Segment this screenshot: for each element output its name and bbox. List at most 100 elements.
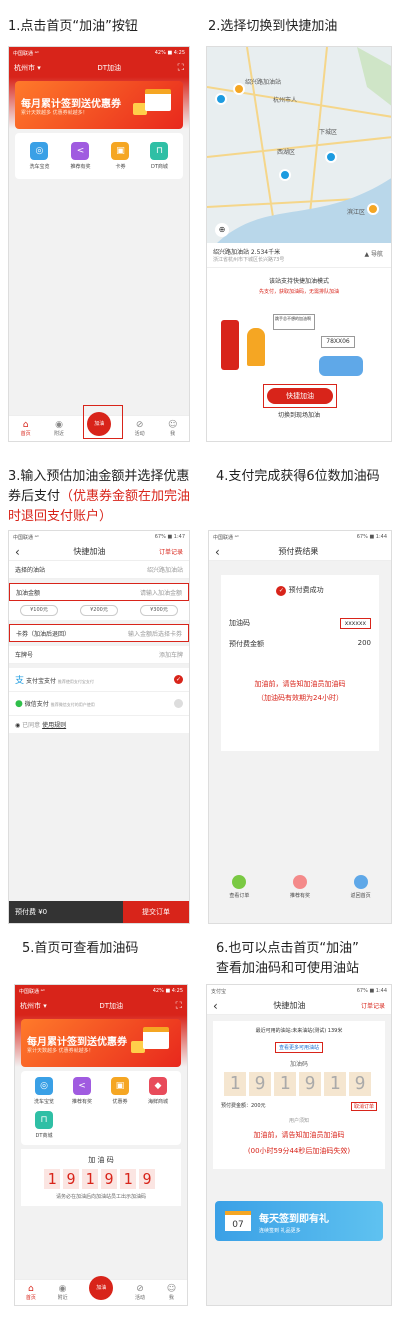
map[interactable]: 绍兴路加油站 杭州市人 下城区 西湖区 滨江区 ⊕ <box>207 47 391 243</box>
tab-me[interactable]: ☺ 我 <box>167 1284 176 1301</box>
wechat-icon: ● <box>15 698 23 709</box>
station-card[interactable]: 绍兴路加油站 2.534千米 浙江省杭州市下城区长兴路73号 ▲ 导航 <box>207 243 391 268</box>
pay-wechat[interactable]: ● 微信支付 推荐微信支付的用户使用 <box>9 692 189 716</box>
app-title: DT加油 <box>99 1002 124 1010</box>
promo-banner[interactable]: 每月累计签到送优惠券 累计天数越多 优惠券就越多！ <box>15 81 183 129</box>
car-icon <box>319 356 363 376</box>
tab-home[interactable]: ⌂ 首页 <box>21 420 31 437</box>
fuel-code-card: 加 油 码 191919 请务必在加油后向加油站员工出示加油码 <box>21 1149 181 1206</box>
plate-value[interactable]: 添加车牌 <box>159 650 183 659</box>
bottom-bar: 预付费 ¥0 提交订单 <box>9 901 189 923</box>
tab-nearby[interactable]: ◉ 附近 <box>54 420 64 437</box>
code-digit: 1 <box>224 1072 246 1096</box>
banner-title: 每天签到即有礼 <box>259 1214 329 1225</box>
icon-mall[interactable]: ⊓ DT商城 <box>150 142 169 170</box>
icon-coupon[interactable]: ▣ 卡券 <box>111 142 130 170</box>
amount-option[interactable]: ¥100元 <box>20 605 58 616</box>
submit-order-button[interactable]: 提交订单 <box>123 901 189 923</box>
icon-wash[interactable]: ◎ 洗车宝览 <box>25 1077 63 1105</box>
tab-home[interactable]: ⌂ 首页 <box>26 1284 36 1301</box>
tab-activity[interactable]: ⊘ 活动 <box>135 1284 145 1301</box>
station-row[interactable]: 选择的油站 绍兴路加油站 <box>9 561 189 579</box>
check-circle-icon[interactable]: ◉ <box>15 722 20 729</box>
navigate-button[interactable]: ▲ 导航 <box>364 249 383 258</box>
cancel-order-button[interactable]: 取消订单 <box>350 1102 377 1111</box>
caption-step3-part1: 券后支付 <box>8 489 61 504</box>
header: ‹ 预付费结果 <box>209 543 391 561</box>
car-wash-icon: ◎ <box>35 1077 53 1095</box>
scan-icon[interactable]: ⛶ <box>176 1001 182 1011</box>
icon-label: 推荐有奖 <box>71 1099 92 1105</box>
locate-icon[interactable]: ⊕ <box>215 223 229 237</box>
promo-banner[interactable]: 每月累计签到送优惠券 累计天数越多 优惠券就越多！ <box>21 1019 181 1067</box>
view-order-button[interactable]: 查看订单 <box>229 875 249 899</box>
city-selector[interactable]: 杭州市 ▾ <box>14 63 41 73</box>
radio-icon[interactable] <box>174 699 183 708</box>
tab-fuel[interactable]: 加油 <box>89 1275 114 1300</box>
banner-subtitle: 累计天数越多 优惠券就越多！ <box>21 110 88 116</box>
fuel-button[interactable]: 加油 <box>89 1275 114 1300</box>
quick-fuel-promo: 该站支持快捷加油模式 先支付，获取加油码，无需排队加油 跳手总不想的加油啊 78… <box>207 276 391 426</box>
tab-label: 附近 <box>53 431 64 437</box>
banner-subtitle: 连续签到 礼品更多 <box>259 1228 301 1234</box>
icon-wash[interactable]: ◎ 洗车宝览 <box>29 142 50 170</box>
station-marker-icon[interactable] <box>325 151 337 163</box>
icon-share[interactable]: < 推荐有奖 <box>70 142 91 170</box>
tab-label: 我 <box>170 431 176 437</box>
share-icon <box>292 875 307 889</box>
amount-option[interactable]: ¥300元 <box>140 605 178 616</box>
icon-label: 推荐有奖 <box>70 164 91 170</box>
amount-value: 200 <box>357 639 371 647</box>
code-digit: 1 <box>82 1169 98 1189</box>
code-digit: 9 <box>249 1072 271 1096</box>
station-marker-icon[interactable] <box>233 83 245 95</box>
icon-label: DT商城 <box>35 1133 53 1139</box>
order-records-link[interactable]: 订单记录 <box>159 547 183 556</box>
back-icon[interactable]: ‹ <box>15 545 20 559</box>
map-label: 滨江区 <box>347 209 366 216</box>
tab-activity[interactable]: ⊘ 活动 <box>135 420 145 437</box>
back-icon[interactable]: ‹ <box>215 545 220 559</box>
code-digit: 9 <box>101 1169 117 1189</box>
amount-field[interactable]: 加油金额 请输入加油金额 <box>9 583 189 601</box>
amount-option[interactable]: ¥200元 <box>80 605 118 616</box>
pay-alipay[interactable]: 支 支付宝支付 推荐使用支付宝支付 ✓ <box>9 668 189 692</box>
rules-link[interactable]: 使用规则 <box>42 722 66 729</box>
view-stations-link[interactable]: 查看更多可用油站 <box>274 1042 323 1053</box>
order-records-link[interactable]: 订单记录 <box>361 1001 385 1010</box>
tab-me[interactable]: ☺ 我 <box>168 420 177 437</box>
coupon-icon: ▣ <box>111 142 130 160</box>
station-marker-icon[interactable] <box>215 93 227 105</box>
coupon-value: 输入金额后选择卡券 <box>127 630 182 638</box>
check-icon[interactable]: ✓ <box>174 675 183 684</box>
icon-seafood[interactable]: ◆ 海鲜商城 <box>139 1077 177 1111</box>
carrier: 支付宝 <box>211 988 227 995</box>
home-button[interactable]: 返回首页 <box>351 875 371 899</box>
checkin-banner[interactable]: 07 每天签到即有礼 连续签到 礼品更多 <box>215 1201 383 1241</box>
code-digit: 9 <box>349 1072 371 1096</box>
scan-icon[interactable]: ⛶ <box>178 63 184 73</box>
highlight-fuel <box>83 405 123 439</box>
station-marker-icon[interactable] <box>279 169 291 181</box>
icon-label: 海鲜商城 <box>147 1099 168 1105</box>
back-icon[interactable]: ‹ <box>213 999 218 1013</box>
city-selector[interactable]: 杭州市 ▾ <box>20 1001 47 1011</box>
referral-button[interactable]: 推荐有奖 <box>290 875 310 899</box>
status-bar: 中国联通 ᵃᵈ 67% ■ 1:47 <box>9 531 189 543</box>
compass-icon: ⊘ <box>136 1284 144 1294</box>
icon-mall[interactable]: ⊓ DT商城 <box>25 1111 63 1139</box>
amount-input[interactable]: 请输入加油金额 <box>140 588 182 597</box>
tab-nearby[interactable]: ◉ 附近 <box>58 1284 68 1301</box>
highlight-quick-fuel <box>263 384 337 408</box>
icon-coupon[interactable]: ▣ 优惠券 <box>101 1077 139 1111</box>
icon-label: 优惠券 <box>112 1099 128 1105</box>
switch-onsite-link[interactable]: 切换到现场加油 <box>207 410 391 419</box>
coupon-row[interactable]: 卡券（加油后退回） 输入金额后选择卡券 <box>9 624 189 642</box>
station-marker-icon[interactable] <box>367 203 379 215</box>
plate-row[interactable]: 车牌号 添加车牌 <box>9 646 189 664</box>
seafood-icon: ◆ <box>149 1077 167 1095</box>
icon-label: 卡券 <box>115 164 126 170</box>
icon-share[interactable]: < 推荐有奖 <box>63 1077 101 1111</box>
quick-icons: ◎ 洗车宝览 < 推荐有奖 ▣ 卡券 ⊓ DT商城 <box>15 133 183 179</box>
car-wash-icon: ◎ <box>30 142 49 160</box>
